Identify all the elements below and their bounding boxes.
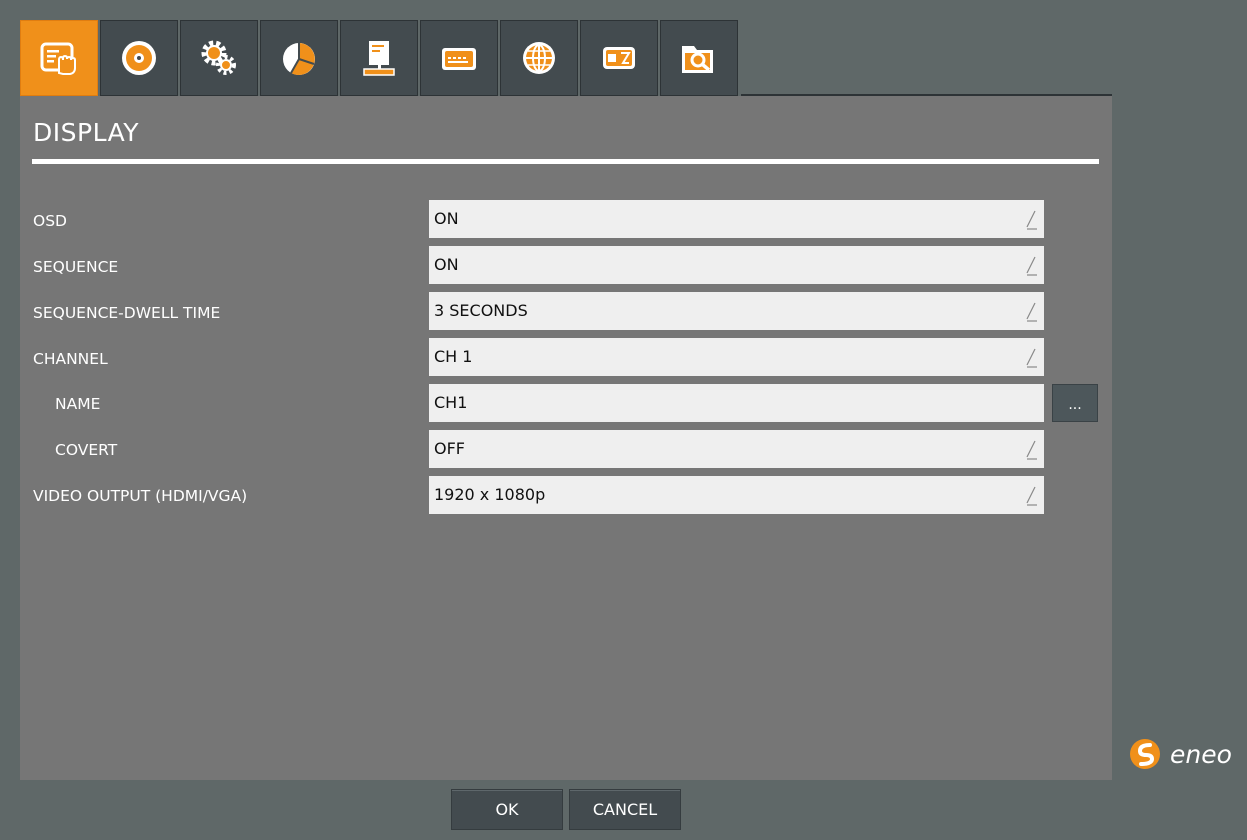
dropdown-arrow-icon: [1026, 486, 1037, 506]
cancel-button[interactable]: CANCEL: [569, 789, 681, 830]
channel-label: CHANNEL: [33, 350, 108, 368]
eneo-logo: eneo: [1128, 737, 1232, 771]
channel-select[interactable]: CH 1: [429, 338, 1044, 376]
tab-input[interactable]: [420, 20, 498, 96]
eneo-swirl-icon: [1130, 739, 1160, 769]
display-hand-icon: [40, 42, 76, 75]
pie-chart-icon: [283, 43, 315, 76]
tab-display[interactable]: [20, 20, 98, 96]
keyboard-icon: [442, 48, 476, 70]
computer-system-icon: [363, 41, 395, 76]
ok-button[interactable]: OK: [451, 789, 563, 830]
tab-system[interactable]: [340, 20, 418, 96]
channel-name-input[interactable]: CH1: [429, 384, 1044, 422]
storage-device-icon: [603, 47, 635, 69]
dwell-time-select[interactable]: 3 SECONDS: [429, 292, 1044, 330]
eneo-logo-text: eneo: [1170, 739, 1232, 769]
display-settings-panel: DISPLAY OSD ON SEQUENCE ON SEQUENCE-DWEL…: [20, 96, 1112, 780]
globe-network-icon: [523, 42, 555, 74]
name-label: NAME: [55, 395, 101, 413]
sequence-label: SEQUENCE: [33, 258, 119, 276]
tab-setup[interactable]: [180, 20, 258, 96]
dropdown-arrow-icon: [1026, 210, 1037, 230]
sequence-value: ON: [434, 255, 459, 274]
tab-record[interactable]: [100, 20, 178, 96]
search-folder-icon: [682, 46, 713, 73]
osd-label: OSD: [33, 212, 67, 230]
tab-network[interactable]: [500, 20, 578, 96]
disc-record-icon: [122, 41, 156, 75]
osd-value: ON: [434, 209, 459, 228]
tab-statistics[interactable]: [260, 20, 338, 96]
page-title: DISPLAY: [33, 118, 140, 147]
video-output-label: VIDEO OUTPUT (HDMI/VGA): [33, 487, 248, 505]
covert-value: OFF: [434, 439, 465, 458]
edit-name-button[interactable]: ...: [1052, 384, 1098, 422]
channel-name-value: CH1: [434, 393, 468, 412]
tab-storage[interactable]: [580, 20, 658, 96]
video-output-select[interactable]: 1920 x 1080p: [429, 476, 1044, 514]
title-divider: [32, 159, 1099, 164]
dropdown-arrow-icon: [1026, 302, 1037, 322]
sequence-select[interactable]: ON: [429, 246, 1044, 284]
gear-settings-icon: [201, 40, 236, 75]
video-output-value: 1920 x 1080p: [434, 485, 546, 504]
covert-label: COVERT: [55, 441, 118, 459]
channel-value: CH 1: [434, 347, 473, 366]
dwell-time-label: SEQUENCE-DWELL TIME: [33, 304, 221, 322]
dropdown-arrow-icon: [1026, 256, 1037, 276]
osd-select[interactable]: ON: [429, 200, 1044, 238]
dwell-time-value: 3 SECONDS: [434, 301, 528, 320]
covert-select[interactable]: OFF: [429, 430, 1044, 468]
dropdown-arrow-icon: [1026, 440, 1037, 460]
dropdown-arrow-icon: [1026, 348, 1037, 368]
tab-search[interactable]: [660, 20, 738, 96]
